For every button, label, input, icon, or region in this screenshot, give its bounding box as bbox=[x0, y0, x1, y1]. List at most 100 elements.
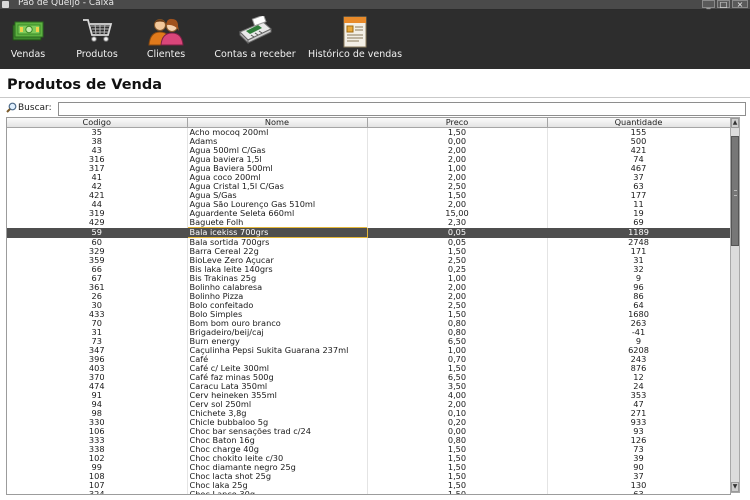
cell-quantidade: 63 bbox=[547, 490, 730, 494]
toolbar-historico-de-vendas-button[interactable]: Histórico de vendas bbox=[303, 10, 407, 69]
table-row[interactable]: 361 Bolinho calabresa 2,00 96 bbox=[7, 283, 730, 292]
table-row[interactable]: 106 Choc bar sensações trad c/24 0,00 93 bbox=[7, 427, 730, 436]
search-input[interactable] bbox=[58, 102, 746, 116]
column-header-quantidade[interactable]: Quantidade bbox=[547, 118, 730, 128]
cell-quantidade: 126 bbox=[547, 436, 730, 445]
table-row[interactable]: 98 Chichete 3,8g 0,10 271 bbox=[7, 409, 730, 418]
cell-preco: 0,00 bbox=[367, 427, 548, 436]
app-icon bbox=[2, 1, 9, 8]
table-row[interactable]: 94 Cerv sol 250ml 2,00 47 bbox=[7, 400, 730, 409]
scroll-down-icon[interactable]: ▼ bbox=[731, 482, 739, 492]
table-row[interactable]: 403 Café c/ Leite 300ml 1,50 876 bbox=[7, 364, 730, 373]
cell-quantidade: 37 bbox=[547, 472, 730, 481]
cell-preco: 1,50 bbox=[367, 463, 548, 472]
table-row[interactable]: 66 Bis laka leite 140grs 0,25 32 bbox=[7, 265, 730, 274]
cell-quantidade: 12 bbox=[547, 373, 730, 382]
cell-preco: 1,50 bbox=[367, 445, 548, 454]
cell-quantidade: 9 bbox=[547, 274, 730, 283]
cell-preco: 2,00 bbox=[367, 173, 548, 182]
cell-codigo: 67 bbox=[7, 274, 188, 283]
table-row[interactable]: 330 Chicle bubbaloo 5g 0,20 933 bbox=[7, 418, 730, 427]
cell-nome: Bolinho Pizza bbox=[187, 292, 368, 301]
toolbar-clientes-button[interactable]: Clientes bbox=[140, 10, 192, 69]
cell-nome: Baguete Folh bbox=[187, 218, 368, 228]
cell-quantidade: 19 bbox=[547, 209, 730, 218]
cell-quantidade: 69 bbox=[547, 218, 730, 228]
column-header-codigo[interactable]: Codigo bbox=[7, 118, 188, 128]
toolbar-contas-a-receber-button[interactable]: Contas a receber bbox=[210, 10, 300, 69]
table-row[interactable]: 38 Adams 0,00 500 bbox=[7, 137, 730, 146]
table-row[interactable]: 102 Choc chokito leite c/30 1,50 39 bbox=[7, 454, 730, 463]
table-row[interactable]: 317 Agua Baviera 500ml 1,00 467 bbox=[7, 164, 730, 173]
table-row[interactable]: 30 Bolo confeitado 2,50 64 bbox=[7, 301, 730, 310]
cell-preco: 1,50 bbox=[367, 454, 548, 463]
table-row[interactable]: 421 Agua S/Gas 1,50 177 bbox=[7, 191, 730, 200]
table-row[interactable]: 41 Agua coco 200ml 2,00 37 bbox=[7, 173, 730, 182]
cell-codigo: 433 bbox=[7, 310, 188, 319]
cell-preco: 15,00 bbox=[367, 209, 548, 218]
cell-codigo: 108 bbox=[7, 472, 188, 481]
column-header-preco[interactable]: Preco bbox=[367, 118, 548, 128]
cell-preco: 2,00 bbox=[367, 283, 548, 292]
close-icon[interactable]: × bbox=[732, 0, 748, 9]
table-row[interactable]: 433 Bolo Simples 1,50 1680 bbox=[7, 310, 730, 319]
cell-codigo: 30 bbox=[7, 301, 188, 310]
table-row[interactable]: 347 Caçulinha Pepsi Sukita Guarana 237ml 1… bbox=[7, 346, 730, 355]
cell-codigo: 44 bbox=[7, 200, 188, 209]
table-row[interactable]: 338 Choc charge 40g 1,50 73 bbox=[7, 445, 730, 454]
table-row[interactable]: 26 Bolinho Pizza 2,00 86 bbox=[7, 292, 730, 301]
table-row[interactable]: 70 Bom bom ouro branco 0,80 263 bbox=[7, 319, 730, 328]
toolbar-vendas-button[interactable]: Vendas bbox=[0, 10, 56, 69]
table-row[interactable]: 99 Choc diamante negro 25g 1,50 90 bbox=[7, 463, 730, 472]
table-row[interactable]: 35 Acho mocoq 200ml 1,50 155 bbox=[7, 127, 730, 137]
table-row[interactable]: 359 BioLeve Zero Açucar 2,50 31 bbox=[7, 256, 730, 265]
scrollbar-thumb[interactable] bbox=[731, 136, 739, 246]
cell-preco: 0,80 bbox=[367, 436, 548, 445]
table-row[interactable]: 333 Choc Baton 16g 0,80 126 bbox=[7, 436, 730, 445]
table-row[interactable]: 42 Agua Cristal 1,5l C/Gas 2,50 63 bbox=[7, 182, 730, 191]
table-row[interactable]: 31 Brigadeiro/beij/caj 0,80 -41 bbox=[7, 328, 730, 337]
column-header-nome[interactable]: Nome bbox=[187, 118, 368, 128]
cell-preco: 0,05 bbox=[367, 227, 548, 238]
table-row[interactable]: 59 Bala icekiss 700grs 0,05 1189 bbox=[7, 227, 730, 238]
cell-codigo: 361 bbox=[7, 283, 188, 292]
cell-nome: Agua 500ml C/Gas bbox=[187, 146, 368, 155]
table-row[interactable]: 370 Café faz minas 500g 6,50 12 bbox=[7, 373, 730, 382]
table-row[interactable]: 107 Choc laka 25g 1,50 130 bbox=[7, 481, 730, 490]
maximize-icon[interactable]: □ bbox=[717, 0, 730, 9]
cell-nome: Bis Trakinas 25g bbox=[187, 274, 368, 283]
cell-nome: Bolo confeitado bbox=[187, 301, 368, 310]
cell-quantidade: 6208 bbox=[547, 346, 730, 355]
users-icon bbox=[148, 18, 184, 46]
table-row[interactable]: 60 Bala sortida 700grs 0,05 2748 bbox=[7, 237, 730, 247]
table-row[interactable]: 108 Choc lacta shot 25g 1,50 37 bbox=[7, 472, 730, 481]
cell-preco: 0,20 bbox=[367, 418, 548, 427]
cell-preco: 2,00 bbox=[367, 155, 548, 164]
cell-preco: 2,30 bbox=[367, 218, 548, 228]
cell-preco: 2,00 bbox=[367, 292, 548, 301]
card-terminal-icon bbox=[239, 16, 272, 44]
table-row[interactable]: 324 Choc Lanco 30g 1,50 63 bbox=[7, 490, 730, 494]
cell-codigo: 35 bbox=[7, 127, 188, 137]
table-row[interactable]: 91 Cerv heineken 355ml 4,00 353 bbox=[7, 391, 730, 400]
cell-preco: 6,50 bbox=[367, 373, 548, 382]
table-row[interactable]: 474 Caracu Lata 350ml 3,50 24 bbox=[7, 382, 730, 391]
vertical-scrollbar[interactable]: ▲ ▼ bbox=[730, 117, 740, 493]
minimize-icon[interactable]: _ bbox=[702, 0, 715, 9]
table-row[interactable]: 43 Agua 500ml C/Gas 2,00 421 bbox=[7, 146, 730, 155]
scroll-up-icon[interactable]: ▲ bbox=[731, 118, 739, 128]
toolbar-historico-de-vendas-label: Histórico de vendas bbox=[307, 49, 403, 60]
table-row[interactable]: 429 Baguete Folh 2,30 69 bbox=[7, 218, 730, 228]
table-row[interactable]: 73 Burn energy 6,50 9 bbox=[7, 337, 730, 346]
table-row[interactable]: 319 Aguardente Seleta 660ml 15,00 19 bbox=[7, 209, 730, 218]
cell-nome: Agua São Lourenço Gas 510ml bbox=[187, 200, 368, 209]
table-row[interactable]: 44 Agua São Lourenço Gas 510ml 2,00 11 bbox=[7, 200, 730, 209]
cell-quantidade: 11 bbox=[547, 200, 730, 209]
table-row[interactable]: 329 Barra Cereal 22g 1,50 171 bbox=[7, 247, 730, 256]
table-row[interactable]: 67 Bis Trakinas 25g 1,00 9 bbox=[7, 274, 730, 283]
table-row[interactable]: 396 Café 0,70 243 bbox=[7, 355, 730, 364]
table-row[interactable]: 316 Agua baviera 1,5l 2,00 74 bbox=[7, 155, 730, 164]
cell-quantidade: 74 bbox=[547, 155, 730, 164]
table-header-row: Codigo Nome Preco Quantidade bbox=[7, 118, 730, 128]
toolbar-produtos-button[interactable]: Produtos bbox=[70, 10, 124, 69]
